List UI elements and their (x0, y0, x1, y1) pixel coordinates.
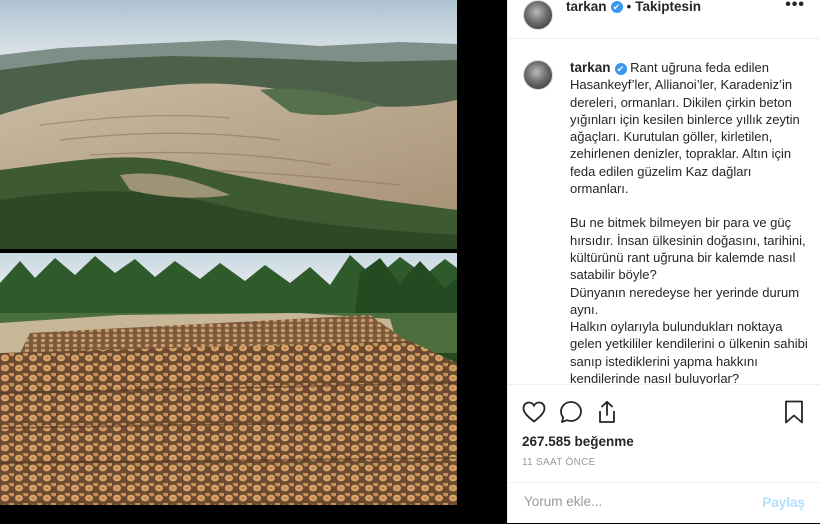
caption-avatar[interactable] (523, 60, 553, 90)
comment-input[interactable] (522, 493, 746, 510)
post-header: tarkan ✔ • Takiptesin ••• (508, 0, 820, 39)
heart-icon[interactable] (520, 398, 548, 426)
caption-section: tarkan ✔ Rant uğruna feda edilen Hasankey… (508, 39, 820, 385)
comment-icon[interactable] (557, 398, 585, 426)
caption-paragraph: tarkan ✔ Rant uğruna feda edilen Hasankey… (570, 60, 800, 197)
post-timestamp[interactable]: 11 SAAT ÖNCE (522, 457, 596, 468)
avatar[interactable] (523, 0, 553, 30)
caption-paragraph: Bu ne bitmek bilmeyen bir para ve güç hı… (570, 215, 808, 385)
stacked-logs-photo (0, 253, 457, 505)
follow-status[interactable]: Takiptesin (635, 0, 701, 14)
comment-bar: Paylaş (508, 482, 820, 524)
more-options-icon[interactable]: ••• (785, 0, 805, 14)
likes-count[interactable]: 267.585 beğenme (522, 434, 634, 449)
action-bar (508, 398, 820, 428)
media-divider (457, 0, 507, 523)
verified-badge-icon: ✔ (610, 1, 623, 14)
post-media[interactable] (0, 0, 457, 523)
verified-badge-icon: ✔ (614, 62, 627, 75)
share-icon[interactable] (593, 398, 621, 426)
post-comment-button[interactable]: Paylaş (762, 495, 805, 510)
caption-username[interactable]: tarkan (570, 60, 611, 75)
username-link[interactable]: tarkan (566, 0, 607, 14)
header-user-line: tarkan ✔ • Takiptesin (566, 0, 701, 14)
post-side-panel: tarkan ✔ • Takiptesin ••• tarkan ✔ Rant uğru… (507, 0, 820, 523)
deforested-hills-photo (0, 0, 457, 249)
bookmark-icon[interactable] (780, 398, 808, 426)
caption-text: tarkan ✔ Rant uğruna feda edilen Hasankey… (570, 59, 810, 385)
separator-dot: • (626, 0, 632, 14)
